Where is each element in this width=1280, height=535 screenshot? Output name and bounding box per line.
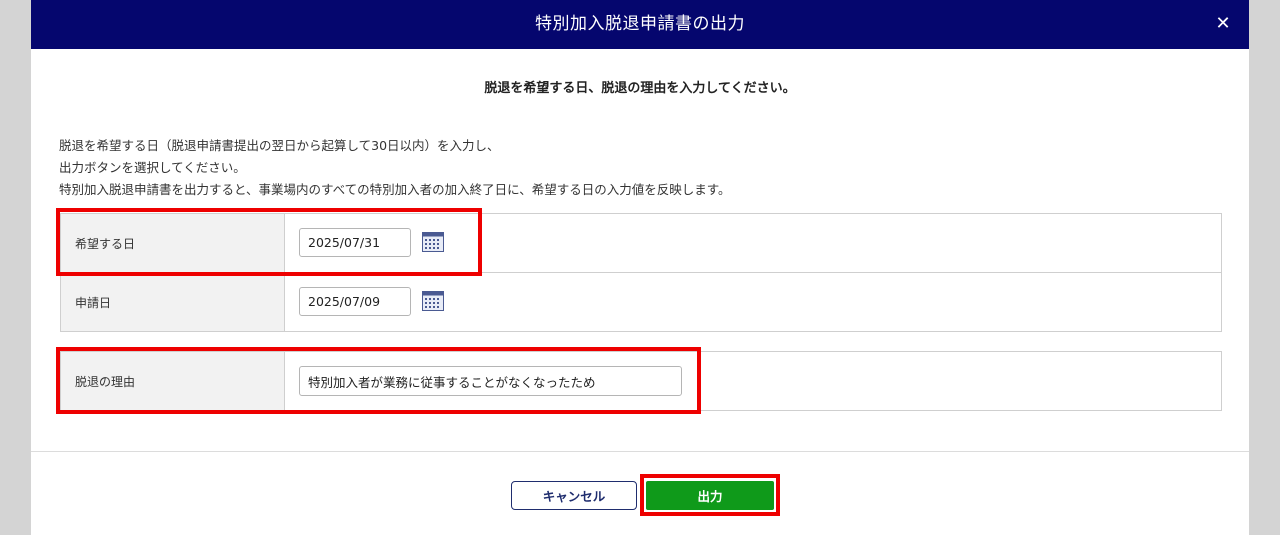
instruction-heading: 脱退を希望する日、脱退の理由を入力してください。	[484, 81, 796, 96]
reason-form-table: 脱退の理由	[60, 351, 1222, 411]
desired-date-label: 希望する日	[61, 214, 285, 272]
dialog-title: 特別加入脱退申請書の出力	[535, 14, 745, 34]
calendar-icon[interactable]	[422, 232, 444, 252]
desired-date-row: 希望する日	[61, 214, 1221, 273]
desired-date-input[interactable]	[299, 228, 411, 257]
calendar-icon[interactable]	[422, 291, 444, 311]
application-date-row: 申請日	[61, 273, 1221, 331]
reason-row: 脱退の理由	[61, 352, 1221, 410]
reason-label: 脱退の理由	[61, 352, 285, 410]
description-text: 脱退を希望する日（脱退申請書提出の翌日から起算して30日以内）を入力し、 出力ボ…	[59, 135, 731, 201]
description-line-2: 出力ボタンを選択してください。	[59, 160, 246, 175]
footer-divider	[31, 451, 1249, 452]
output-button[interactable]: 出力	[646, 481, 774, 510]
application-date-label: 申請日	[61, 273, 285, 331]
output-dialog: 特別加入脱退申請書の出力 ✕ 脱退を希望する日、脱退の理由を入力してください。 …	[31, 0, 1249, 535]
description-line-3: 特別加入脱退申請書を出力すると、事業場内のすべての特別加入者の加入終了日に、希望…	[59, 182, 731, 197]
cancel-button[interactable]: キャンセル	[511, 481, 637, 510]
date-form-table: 希望する日 申請日	[60, 213, 1222, 332]
reason-input[interactable]	[299, 366, 682, 396]
application-date-input[interactable]	[299, 287, 411, 316]
dialog-title-bar: 特別加入脱退申請書の出力 ✕	[31, 0, 1249, 49]
close-icon[interactable]: ✕	[1211, 12, 1235, 36]
description-line-1: 脱退を希望する日（脱退申請書提出の翌日から起算して30日以内）を入力し、	[59, 138, 500, 153]
